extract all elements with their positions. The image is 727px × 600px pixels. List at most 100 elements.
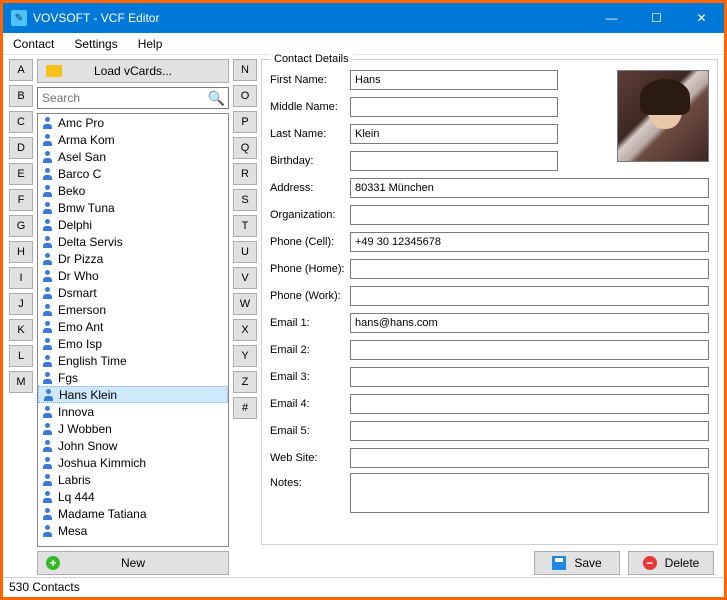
list-item[interactable]: Dr Pizza bbox=[38, 250, 228, 267]
letter-button-e[interactable]: E bbox=[9, 163, 33, 185]
list-item[interactable]: John Snow bbox=[38, 437, 228, 454]
letter-button-j[interactable]: J bbox=[9, 293, 33, 315]
list-item[interactable]: Emo Ant bbox=[38, 318, 228, 335]
list-item[interactable]: Hans Klein bbox=[38, 386, 228, 403]
input-email2[interactable] bbox=[350, 340, 709, 360]
close-button[interactable]: ✕ bbox=[679, 3, 724, 33]
letter-button-t[interactable]: T bbox=[233, 215, 257, 237]
letter-button-f[interactable]: F bbox=[9, 189, 33, 211]
letter-button-k[interactable]: K bbox=[9, 319, 33, 341]
label-email5: Email 5: bbox=[270, 425, 350, 437]
left-column: ABCDEFGHIJKLM Load vCards... 🔍 Amc ProAr… bbox=[9, 59, 257, 575]
letter-button-s[interactable]: S bbox=[233, 189, 257, 211]
letter-button-q[interactable]: Q bbox=[233, 137, 257, 159]
letter-button-a[interactable]: A bbox=[9, 59, 33, 81]
letter-button-l[interactable]: L bbox=[9, 345, 33, 367]
new-contact-button[interactable]: + New bbox=[37, 551, 229, 575]
load-vcards-button[interactable]: Load vCards... bbox=[37, 59, 229, 83]
list-item-label: Asel San bbox=[58, 150, 106, 164]
input-birthday[interactable] bbox=[350, 151, 558, 171]
input-email5[interactable] bbox=[350, 421, 709, 441]
list-item[interactable]: Dsmart bbox=[38, 284, 228, 301]
maximize-button[interactable]: ☐ bbox=[634, 3, 679, 33]
list-item[interactable]: Fgs bbox=[38, 369, 228, 386]
list-item[interactable]: Delta Servis bbox=[38, 233, 228, 250]
letter-button-m[interactable]: M bbox=[9, 371, 33, 393]
list-item[interactable]: Joshua Kimmich bbox=[38, 454, 228, 471]
list-item[interactable]: Madame Tatiana bbox=[38, 505, 228, 522]
input-address[interactable] bbox=[350, 178, 709, 198]
contact-list-group: Load vCards... 🔍 Amc ProArma KomAsel San… bbox=[37, 59, 229, 575]
action-button-row: Save − Delete bbox=[261, 551, 718, 575]
list-item[interactable]: Bmw Tuna bbox=[38, 199, 228, 216]
alphabet-nav-left: ABCDEFGHIJKLM bbox=[9, 59, 33, 575]
load-vcards-label: Load vCards... bbox=[94, 64, 172, 78]
input-email4[interactable] bbox=[350, 394, 709, 414]
window-title: VOVSOFT - VCF Editor bbox=[33, 11, 589, 25]
letter-button-i[interactable]: I bbox=[9, 267, 33, 289]
input-first-name[interactable] bbox=[350, 70, 558, 90]
input-phone-work[interactable] bbox=[350, 286, 709, 306]
input-organization[interactable] bbox=[350, 205, 709, 225]
input-middle-name[interactable] bbox=[350, 97, 558, 117]
list-item[interactable]: Amc Pro bbox=[38, 114, 228, 131]
letter-button-z[interactable]: Z bbox=[233, 371, 257, 393]
list-item-label: Innova bbox=[58, 405, 94, 419]
letter-button-p[interactable]: P bbox=[233, 111, 257, 133]
save-icon bbox=[552, 556, 566, 570]
list-item[interactable]: Beko bbox=[38, 182, 228, 199]
save-button[interactable]: Save bbox=[534, 551, 620, 575]
letter-button-d[interactable]: D bbox=[9, 137, 33, 159]
list-item[interactable]: Emerson bbox=[38, 301, 228, 318]
input-email3[interactable] bbox=[350, 367, 709, 387]
letter-button-hash[interactable]: # bbox=[233, 397, 257, 419]
input-notes[interactable] bbox=[350, 473, 709, 513]
list-item[interactable]: English Time bbox=[38, 352, 228, 369]
list-item[interactable]: J Wobben bbox=[38, 420, 228, 437]
letter-button-v[interactable]: V bbox=[233, 267, 257, 289]
person-icon bbox=[42, 406, 54, 418]
label-last-name: Last Name: bbox=[270, 128, 350, 140]
letter-button-y[interactable]: Y bbox=[233, 345, 257, 367]
letter-button-c[interactable]: C bbox=[9, 111, 33, 133]
letter-button-n[interactable]: N bbox=[233, 59, 257, 81]
letter-button-u[interactable]: U bbox=[233, 241, 257, 263]
list-item[interactable]: Innova bbox=[38, 403, 228, 420]
list-item[interactable]: Arma Kom bbox=[38, 131, 228, 148]
person-icon bbox=[42, 253, 54, 265]
list-item[interactable]: Labris bbox=[38, 471, 228, 488]
list-item[interactable]: Emo Isp bbox=[38, 335, 228, 352]
menu-help[interactable]: Help bbox=[134, 35, 167, 53]
input-email1[interactable] bbox=[350, 313, 709, 333]
list-item[interactable]: Dr Who bbox=[38, 267, 228, 284]
list-item[interactable]: Asel San bbox=[38, 148, 228, 165]
label-phone-work: Phone (Work): bbox=[270, 290, 350, 302]
delete-button[interactable]: − Delete bbox=[628, 551, 714, 575]
letter-button-g[interactable]: G bbox=[9, 215, 33, 237]
list-item[interactable]: Mesa bbox=[38, 522, 228, 539]
input-phone-cell[interactable] bbox=[350, 232, 709, 252]
list-item-label: Emerson bbox=[58, 303, 106, 317]
letter-button-x[interactable]: X bbox=[233, 319, 257, 341]
minimize-button[interactable]: — bbox=[589, 3, 634, 33]
contact-list[interactable]: Amc ProArma Kom Asel SanBarco CBekoBmw Tu… bbox=[37, 113, 229, 547]
list-item[interactable]: Barco C bbox=[38, 165, 228, 182]
contact-photo[interactable] bbox=[617, 70, 709, 162]
letter-button-r[interactable]: R bbox=[233, 163, 257, 185]
letter-button-h[interactable]: H bbox=[9, 241, 33, 263]
input-last-name[interactable] bbox=[350, 124, 558, 144]
letter-button-w[interactable]: W bbox=[233, 293, 257, 315]
label-email3: Email 3: bbox=[270, 371, 350, 383]
menu-contact[interactable]: Contact bbox=[9, 35, 58, 53]
letter-button-o[interactable]: O bbox=[233, 85, 257, 107]
label-website: Web Site: bbox=[270, 452, 350, 464]
list-item[interactable]: Delphi bbox=[38, 216, 228, 233]
input-website[interactable] bbox=[350, 448, 709, 468]
list-item[interactable]: Lq 444 bbox=[38, 488, 228, 505]
search-input[interactable] bbox=[37, 87, 229, 109]
list-item-label: Dsmart bbox=[58, 286, 97, 300]
menu-settings[interactable]: Settings bbox=[70, 35, 121, 53]
input-phone-home[interactable] bbox=[350, 259, 709, 279]
person-icon bbox=[42, 304, 54, 316]
letter-button-b[interactable]: B bbox=[9, 85, 33, 107]
